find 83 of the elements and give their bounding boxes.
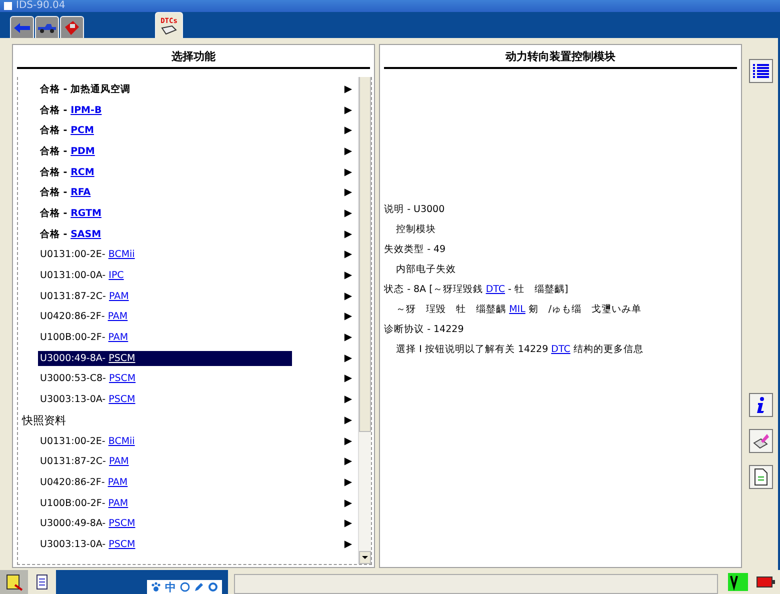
dtc-item[interactable]: U3000:49-8A- PSCM: [38, 516, 138, 532]
detail-text: 内部电子失效: [396, 262, 456, 276]
tab[interactable]: [10, 16, 34, 38]
panel-title: 选择功能: [17, 45, 370, 69]
list-button[interactable]: [749, 59, 774, 83]
dtc-item[interactable]: 合格 - SASM: [38, 226, 104, 243]
expand-arrow[interactable]: ▶: [344, 332, 352, 344]
document-button[interactable]: [749, 465, 774, 489]
list-icon: [752, 63, 770, 79]
expand-arrow[interactable]: ▶: [344, 311, 352, 322]
detail-text: 控制模块: [396, 222, 436, 236]
expand-arrow[interactable]: ▶: [344, 270, 352, 282]
expand-arrow[interactable]: ▶: [344, 146, 352, 157]
dtc-item[interactable]: U0131:00-0A- IPC: [38, 268, 126, 284]
dtc-item[interactable]: U100B:00-2F- PAM: [38, 330, 130, 346]
dtc-item[interactable]: U3000:53-C8- PSCM: [38, 371, 138, 386]
expand-arrow[interactable]: ▶: [344, 518, 352, 530]
dtc-item[interactable]: U0131:00-2E- BCMii: [38, 247, 137, 262]
detail-text: 状态 - 8A [～犽珵毀銭 DTC - 牡 缁鼞齵]: [384, 282, 568, 296]
scrollbar[interactable]: [358, 77, 372, 564]
link[interactable]: MIL: [509, 304, 526, 314]
link[interactable]: DTC: [486, 284, 506, 294]
expand-arrow[interactable]: ▶: [344, 166, 352, 178]
dtc-item[interactable]: U0131:87-2C- PAM: [38, 288, 131, 304]
battery-icon: [756, 576, 776, 588]
paw-icon[interactable]: [151, 582, 161, 592]
tool-icon: [5, 573, 23, 591]
expand-arrow[interactable]: ▶: [344, 352, 352, 364]
dtc-item[interactable]: U3003:13-0A- PSCM: [38, 536, 138, 552]
dtc-item[interactable]: U3000:49-8A- PSCM: [38, 350, 292, 366]
expand-arrow[interactable]: ▶: [344, 208, 352, 219]
tablet-icon: [160, 24, 178, 34]
expand-arrow[interactable]: ▶: [344, 125, 352, 136]
document-icon: [754, 468, 768, 486]
expand-arrow[interactable]: ▶: [344, 456, 352, 468]
dtc-item[interactable]: U3003:13-0A- PSCM: [38, 392, 138, 408]
expand-arrow[interactable]: ▶: [344, 290, 352, 302]
dtc-item[interactable]: U0131:87-2C- PAM: [38, 454, 131, 470]
tab[interactable]: [35, 16, 59, 38]
expand-arrow[interactable]: ▶: [344, 394, 352, 406]
expand-arrow[interactable]: ▶: [344, 249, 352, 260]
dtc-item[interactable]: U0420:86-2F- PAM: [38, 309, 130, 324]
expand-arrow[interactable]: ▶: [344, 476, 352, 488]
expand-arrow[interactable]: ▶: [344, 414, 352, 426]
detail-text: ～犽 珵毀 牡 缁鼞齵 MIL 剱 /ゅも缁 戈瓕いみ单: [396, 302, 642, 316]
link[interactable]: DTC: [551, 344, 570, 354]
dtc-item[interactable]: U0420:86-2F- PAM: [38, 474, 130, 490]
expand-arrow[interactable]: ▶: [344, 498, 352, 509]
dtc-item[interactable]: 合格 - IPM-B: [38, 102, 104, 119]
taskbar-button[interactable]: [0, 570, 28, 594]
truck-icon: [37, 22, 57, 32]
dtc-item[interactable]: U100B:00-2F- PAM: [38, 496, 130, 511]
dtc-item[interactable]: U0131:00-2E- BCMii: [38, 434, 137, 449]
expand-arrow[interactable]: ▶: [344, 436, 352, 447]
panel-title: 动力转向装置控制模块: [384, 45, 738, 69]
voltage-icon: [728, 573, 748, 591]
section-header: 快照资料: [20, 412, 67, 429]
expand-arrow[interactable]: ▶: [344, 538, 352, 550]
expand-arrow[interactable]: ▶: [344, 104, 352, 116]
dtc-item[interactable]: 合格 - 加热通风空调: [38, 80, 133, 98]
expand-arrow[interactable]: ▶: [344, 187, 352, 198]
toolbox-icon: [63, 18, 81, 36]
expand-arrow[interactable]: ▶: [344, 373, 352, 384]
window-icon: [4, 2, 12, 10]
info-button[interactable]: [749, 393, 774, 417]
expand-arrow[interactable]: ▶: [344, 84, 352, 95]
detail-text: 失效类型 - 49: [384, 242, 446, 256]
dtc-item[interactable]: 合格 - PCM: [38, 122, 96, 140]
dtc-item[interactable]: 合格 - RGTM: [38, 204, 104, 222]
detail-text: 诊断协议 - 14229: [384, 322, 464, 336]
eraser-button[interactable]: [749, 429, 774, 453]
detail-text: 说明 - U3000: [384, 202, 445, 216]
pen-icon[interactable]: [194, 582, 204, 592]
expand-arrow[interactable]: ▶: [344, 228, 352, 240]
dtc-item[interactable]: 合格 - PDM: [38, 142, 97, 160]
eraser-icon: [752, 432, 770, 450]
window-title: IDS-90.04: [16, 0, 66, 12]
ime-mode[interactable]: 中: [165, 580, 176, 594]
detail-text: 選择 I 按钮说明以了解有关 14229 DTC 结构的更多信息: [396, 342, 644, 356]
dtc-item[interactable]: 合格 - RCM: [38, 164, 96, 181]
back-arrow-icon: [13, 22, 31, 34]
dtc-item[interactable]: 合格 - RFA: [38, 184, 93, 202]
document-icon: [36, 574, 48, 590]
